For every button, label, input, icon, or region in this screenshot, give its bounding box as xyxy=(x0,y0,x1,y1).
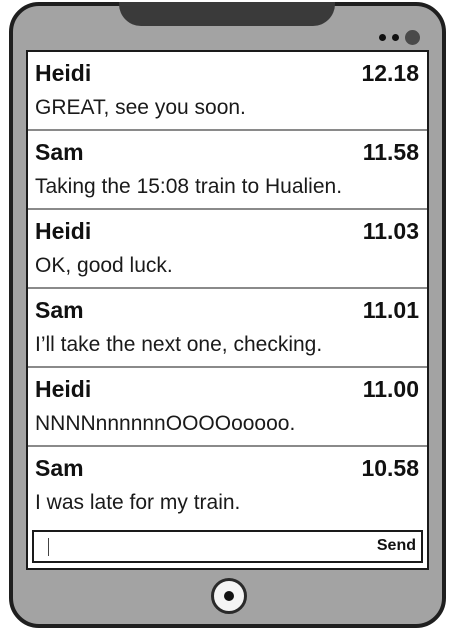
message-time: 11.01 xyxy=(362,297,419,323)
message-sender: Sam xyxy=(35,139,84,165)
message-sender: Sam xyxy=(35,455,84,481)
chat-screen: Heidi 12.18 GREAT, see you soon. Sam 11.… xyxy=(26,50,429,570)
message-time: 12.18 xyxy=(361,60,419,86)
message-list: Heidi 12.18 GREAT, see you soon. Sam 11.… xyxy=(28,52,427,526)
speaker-notch xyxy=(119,2,335,26)
message-item[interactable]: Heidi 11.00 NNNNnnnnnnOOOOooooo. xyxy=(28,368,427,447)
message-time: 11.03 xyxy=(362,218,419,244)
message-text: I was late for my train. xyxy=(35,491,241,514)
message-item[interactable]: Sam 11.01 I’ll take the next one, checki… xyxy=(28,289,427,368)
message-sender: Heidi xyxy=(35,218,92,244)
message-text: GREAT, see you soon. xyxy=(35,96,246,119)
message-item[interactable]: Heidi 11.03 OK, good luck. xyxy=(28,210,427,289)
message-input[interactable] xyxy=(52,532,356,563)
message-composer: Send xyxy=(32,530,423,563)
status-dot-icon xyxy=(379,33,386,41)
camera-icon xyxy=(405,29,420,45)
message-time: 11.58 xyxy=(362,139,419,165)
message-item[interactable]: Sam 10.58 I was late for my train. xyxy=(28,447,427,526)
home-button-dot xyxy=(224,591,234,601)
phone-frame: Heidi 12.18 GREAT, see you soon. Sam 11.… xyxy=(9,2,446,628)
message-sender: Sam xyxy=(35,297,84,323)
message-time: 11.00 xyxy=(362,376,419,402)
message-sender: Heidi xyxy=(35,376,92,402)
send-button[interactable]: Send xyxy=(377,537,416,555)
text-cursor xyxy=(48,538,49,556)
message-text: I’ll take the next one, checking. xyxy=(35,333,323,356)
status-dot-icon xyxy=(392,33,399,41)
message-text: NNNNnnnnnnOOOOooooo. xyxy=(35,412,296,435)
message-item[interactable]: Heidi 12.18 GREAT, see you soon. xyxy=(28,52,427,131)
message-text: OK, good luck. xyxy=(35,254,173,277)
status-dots-icon xyxy=(379,27,420,47)
message-text: Taking the 15:08 train to Hualien. xyxy=(35,175,343,198)
message-item[interactable]: Sam 11.58 Taking the 15:08 train to Hual… xyxy=(28,131,427,210)
message-sender: Heidi xyxy=(35,60,92,86)
home-button-icon[interactable] xyxy=(211,578,247,614)
message-time: 10.58 xyxy=(361,455,419,481)
